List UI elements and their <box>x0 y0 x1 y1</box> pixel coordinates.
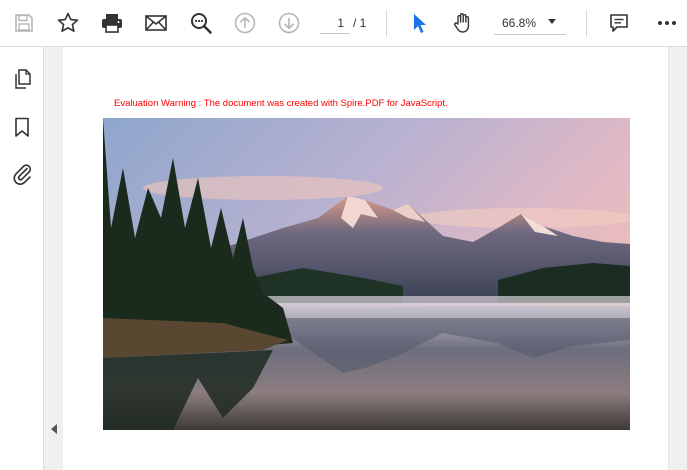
save-icon[interactable] <box>10 9 38 37</box>
page-total-label: / 1 <box>353 16 367 30</box>
bookmark-star-icon[interactable] <box>54 9 82 37</box>
bookmark-icon[interactable] <box>8 113 36 141</box>
print-icon[interactable] <box>98 9 126 37</box>
chevron-down-icon[interactable] <box>548 19 556 24</box>
vertical-scrollbar[interactable] <box>668 47 687 470</box>
navigation-sidebar <box>0 47 44 470</box>
comment-icon[interactable] <box>605 9 633 37</box>
attachment-icon[interactable] <box>8 159 36 187</box>
main-toolbar: 1 / 1 66.8% <box>0 0 687 47</box>
search-zoom-icon[interactable] <box>187 9 215 37</box>
next-page-icon[interactable] <box>275 9 303 37</box>
email-icon[interactable] <box>142 9 170 37</box>
evaluation-warning-text: Evaluation Warning : The document was cr… <box>114 98 448 109</box>
mountain-lake-image <box>103 118 630 430</box>
page-thumbnails-icon[interactable] <box>8 65 36 93</box>
collapse-arrow-icon[interactable] <box>51 424 57 434</box>
more-options-icon[interactable] <box>653 9 681 37</box>
toolbar-divider <box>586 10 587 37</box>
sidebar-collapse-strip[interactable] <box>44 47 63 470</box>
toolbar-divider <box>386 10 387 37</box>
page-number-input[interactable]: 1 <box>320 12 350 34</box>
select-cursor-icon[interactable] <box>405 9 433 37</box>
hand-pan-icon[interactable] <box>449 9 477 37</box>
previous-page-icon[interactable] <box>231 9 259 37</box>
